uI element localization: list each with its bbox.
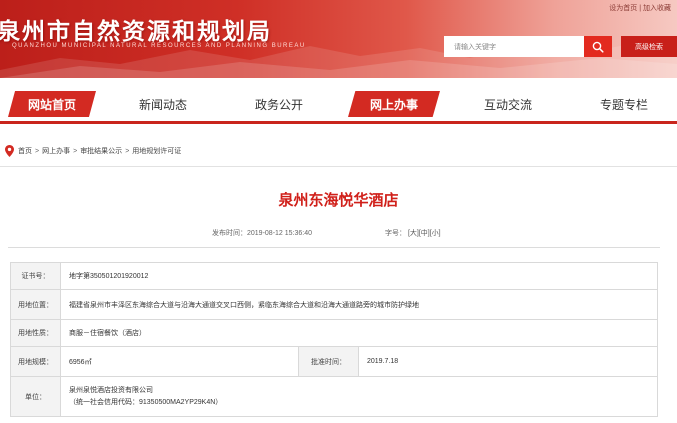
cert-no-label: 证书号： bbox=[10, 262, 61, 290]
search-button[interactable] bbox=[584, 36, 612, 57]
unit-credit-code: （统一社会信用代码：91350500MA2YP29K4N） bbox=[69, 398, 223, 406]
publish-label: 发布时间： bbox=[212, 230, 247, 237]
breadcrumb: 首页 > 网上办事 > 审批结果公示 > 用地规划许可证 bbox=[0, 138, 677, 164]
font-size-control: 字号： [大][中][小] bbox=[385, 228, 441, 240]
nav-item-topics[interactable]: 专题专栏 bbox=[578, 91, 670, 117]
unit-label: 单位： bbox=[10, 376, 61, 417]
location-value: 福建省泉州市丰泽区东海综合大道与沿海大通道交叉口西侧，紧临东海综合大道和沿海大通… bbox=[59, 289, 659, 320]
header-banner: 泉州市自然资源和规划局 QUANZHOU MUNICIPAL NATURAL R… bbox=[0, 0, 677, 78]
location-pin-icon bbox=[5, 145, 14, 157]
font-size-large[interactable]: [大] bbox=[408, 230, 419, 237]
site-title: 泉州市自然资源和规划局 bbox=[0, 18, 272, 45]
table-row: 用地位置： 福建省泉州市丰泽区东海综合大道与沿海大通道交叉口西侧，紧临东海综合大… bbox=[10, 289, 659, 320]
search-input[interactable]: 请输入关键字 bbox=[444, 36, 584, 57]
table-row: 用地规模： 6956㎡ 批准时间： 2019.7.18 bbox=[10, 346, 659, 377]
area-label: 用地规模： bbox=[10, 346, 61, 377]
cert-no-value: 地字第350501201920012 bbox=[59, 262, 659, 290]
unit-value: 泉州泉悦酒店投资有限公司 （统一社会信用代码：91350500MA2YP29K4… bbox=[59, 376, 659, 417]
meta-divider bbox=[8, 247, 660, 248]
article-title: 泉州东海悦华酒店 bbox=[278, 192, 399, 209]
nav-item-gov-affairs[interactable]: 政务公开 bbox=[234, 91, 324, 117]
breadcrumb-separator: > bbox=[73, 147, 78, 155]
top-links[interactable]: 设为首页 | 加入收藏 bbox=[609, 3, 671, 13]
approval-time-label: 批准时间： bbox=[298, 346, 359, 377]
breadcrumb-online-services[interactable]: 网上办事 bbox=[42, 146, 70, 156]
permit-info-table: 证书号： 地字第350501201920012 用地位置： 福建省泉州市丰泽区东… bbox=[10, 262, 659, 417]
font-size-label: 字号： bbox=[385, 230, 406, 237]
nav-item-interaction[interactable]: 互动交流 bbox=[462, 91, 554, 117]
breadcrumb-divider bbox=[0, 166, 677, 167]
breadcrumb-separator: > bbox=[125, 147, 130, 155]
advanced-search-button[interactable]: 高级检索 bbox=[621, 36, 677, 57]
search-icon bbox=[592, 41, 604, 53]
nav-item-home[interactable]: 网站首页 bbox=[8, 91, 96, 117]
breadcrumb-approval-results[interactable]: 审批结果公示 bbox=[80, 146, 122, 156]
main-nav: 网站首页 新闻动态 政务公开 网上办事 互动交流 专题专栏 bbox=[0, 84, 677, 124]
font-size-small[interactable]: [小] bbox=[430, 230, 441, 237]
land-use-label: 用地性质： bbox=[10, 319, 61, 347]
unit-name: 泉州泉悦酒店投资有限公司 bbox=[69, 386, 153, 394]
land-use-value: 商服－住宿餐饮（酒店） bbox=[59, 319, 659, 347]
font-size-medium[interactable]: [中] bbox=[419, 230, 430, 237]
table-row: 用地性质： 商服－住宿餐饮（酒店） bbox=[10, 319, 659, 347]
site-subtitle: QUANZHOU MUNICIPAL NATURAL RESOURCES AND… bbox=[12, 43, 306, 49]
table-row: 证书号： 地字第350501201920012 bbox=[10, 262, 659, 290]
nav-item-news[interactable]: 新闻动态 bbox=[118, 91, 208, 117]
publish-info: 发布时间：2019-08-12 15:36:40 bbox=[212, 228, 312, 240]
nav-item-online-services[interactable]: 网上办事 bbox=[348, 91, 440, 117]
breadcrumb-home[interactable]: 首页 bbox=[18, 146, 32, 156]
location-label: 用地位置： bbox=[10, 289, 61, 320]
table-row: 单位： 泉州泉悦酒店投资有限公司 （统一社会信用代码：91350500MA2YP… bbox=[10, 376, 659, 417]
breadcrumb-separator: > bbox=[35, 147, 40, 155]
area-value: 6956㎡ bbox=[60, 346, 299, 377]
approval-time-value: 2019.7.18 bbox=[357, 346, 659, 377]
breadcrumb-land-permit[interactable]: 用地规划许可证 bbox=[132, 146, 181, 156]
publish-time: 2019-08-12 15:36:40 bbox=[247, 230, 312, 237]
